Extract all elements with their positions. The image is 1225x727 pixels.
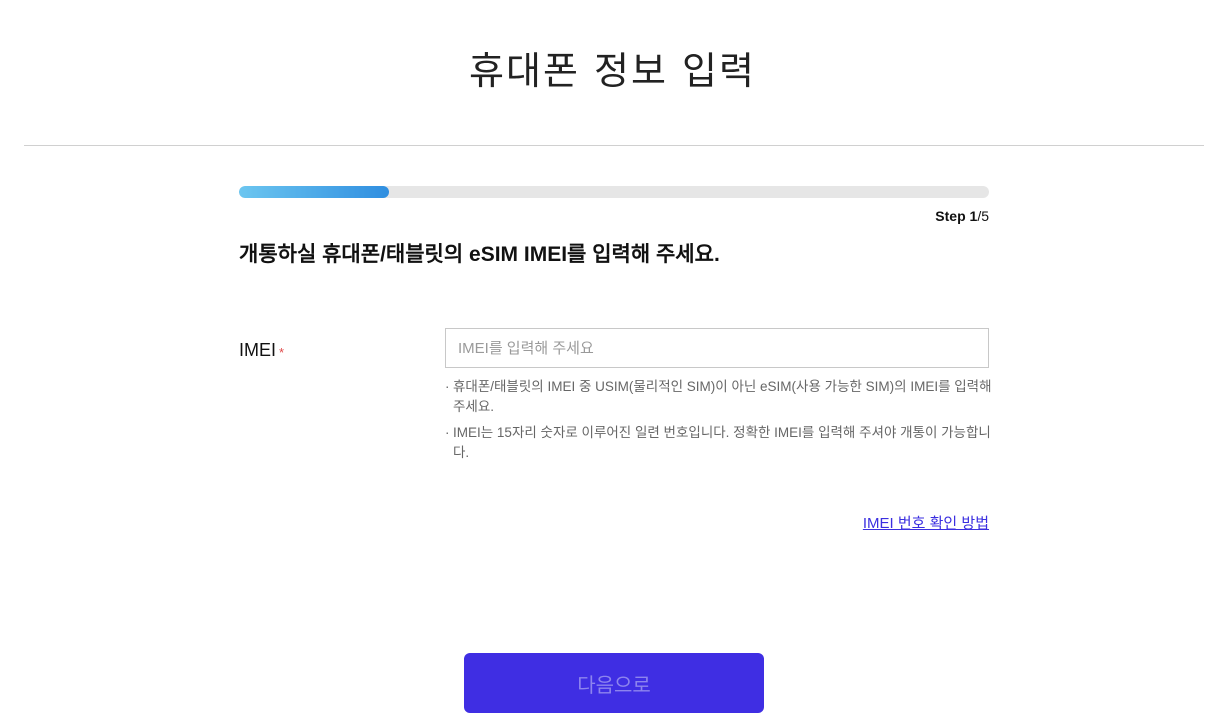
imei-label-text: IMEI [239,340,277,360]
step-word: Step [935,208,966,224]
bullet-icon: · [445,379,450,394]
note-text: 휴대폰/태블릿의 IMEI 중 USIM(물리적인 SIM)이 아닌 eSIM(… [453,379,992,414]
imei-help-link[interactable]: IMEI 번호 확인 방법 [863,512,989,533]
imei-label: IMEI * [239,340,284,361]
progress-bar-fill [239,186,389,198]
imei-notes: · 휴대폰/태블릿의 IMEI 중 USIM(물리적인 SIM)이 아닌 eSI… [445,377,995,469]
instruction-heading: 개통하실 휴대폰/태블릿의 eSIM IMEI를 입력해 주세요. [239,243,720,266]
step-total: /5 [977,208,989,224]
bullet-icon: · [445,425,450,440]
required-asterisk-icon: * [279,345,285,360]
next-button[interactable]: 다음으로 [464,653,764,713]
header-divider [24,145,1204,146]
imei-input[interactable] [445,328,989,368]
progress-bar [239,186,989,198]
note-text: IMEI는 15자리 숫자로 이루어진 일련 번호입니다. 정확한 IMEI를 … [453,425,991,460]
note-item: · 휴대폰/태블릿의 IMEI 중 USIM(물리적인 SIM)이 아닌 eSI… [445,377,995,417]
page-title: 휴대폰 정보 입력 [469,49,756,93]
note-item: · IMEI는 15자리 숫자로 이루어진 일련 번호입니다. 정확한 IMEI… [445,423,995,463]
step-indicator: Step 1/5 [935,208,989,224]
